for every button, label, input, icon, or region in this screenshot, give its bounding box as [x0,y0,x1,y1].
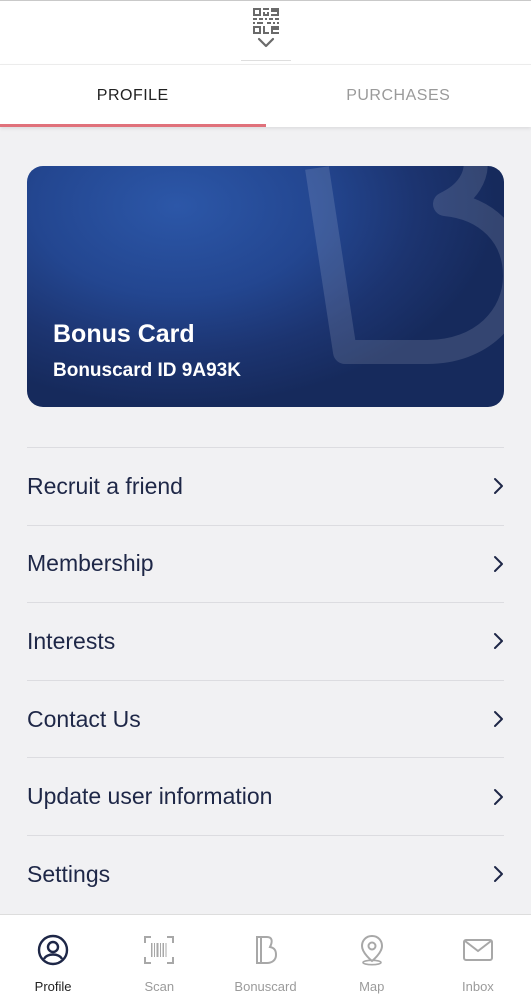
barcode-scan-icon [144,936,175,964]
nav-label: Scan [144,979,175,994]
tab-profile[interactable]: PROFILE [0,65,266,127]
menu-item-label: Update user information [27,783,273,810]
nav-scan[interactable]: Scan [106,915,212,1000]
menu-item-label: Contact Us [27,705,141,732]
menu-item-settings[interactable]: Settings [27,834,504,913]
card-title: Bonus Card [53,320,195,348]
menu-item-recruit-a-friend[interactable]: Recruit a friend [27,447,504,525]
bonuscard-icon [255,936,277,964]
active-tab-indicator [0,124,266,127]
tab-profile-label: PROFILE [96,87,169,104]
chevron-down-icon [257,37,275,48]
nav-bonuscard[interactable]: Bonuscard [212,915,318,1000]
map-pin-icon [360,934,383,966]
bonus-card[interactable]: Bonus Card Bonuscard ID 9A93K [27,166,504,407]
card-id: Bonuscard ID 9A93K [53,360,241,381]
chevron-right-icon [494,478,503,495]
chevron-right-icon [494,633,503,650]
menu-item-label: Membership [27,550,154,577]
nav-label: Map [359,979,385,994]
profile-icon [37,934,69,966]
menu-item-label: Settings [27,860,111,887]
tab-purchases-label: PURCHASES [346,87,451,104]
menu-item-membership[interactable]: Membership [27,524,504,603]
chevron-right-icon [494,555,503,572]
menu-item-update-user-information[interactable]: Update user information [27,757,504,835]
app-screen: PROFILE PURCHASES Bonus Card Bonuscard I… [0,0,531,1000]
chevron-right-icon [494,788,503,805]
nav-label: Profile [34,979,72,994]
menu-item-label: Interests [27,627,116,654]
qr-code-icon [253,8,279,34]
nav-inbox[interactable]: Inbox [425,915,531,1000]
chevron-right-icon [494,711,503,728]
profile-menu: Recruit a friend Membership Interests Co… [27,447,504,913]
chevron-right-icon [494,866,503,883]
tab-bar: PROFILE PURCHASES [0,64,531,127]
nav-label: Inbox [462,979,494,994]
nav-label: Bonuscard [234,979,297,994]
top-bar [0,0,531,64]
menu-item-contact-us[interactable]: Contact Us [27,679,504,758]
qr-button-underline [241,60,291,61]
menu-item-interests[interactable]: Interests [27,602,504,680]
mail-icon [462,939,493,961]
bottom-nav: Profile Scan Bonuscard Map Inbox [0,914,531,1000]
nav-profile[interactable]: Profile [0,915,106,1000]
menu-item-label: Recruit a friend [27,472,183,499]
tab-purchases[interactable]: PURCHASES [266,65,531,127]
qr-code-button[interactable] [241,7,291,61]
nav-map[interactable]: Map [319,915,425,1000]
